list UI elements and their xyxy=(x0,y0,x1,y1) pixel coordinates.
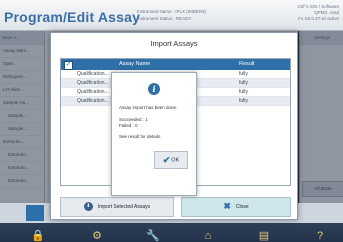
import-icon: ⬇ xyxy=(83,202,93,212)
app-window: Program/Edit Assay Instrument Name : IPL… xyxy=(0,0,343,242)
succeeded-count: Succeeded : 1 xyxy=(119,117,148,122)
import-selected-assays-button[interactable]: ⬇ Import Selected Assays xyxy=(60,197,174,217)
user-info: Ctrl°s /OK / Software QPMX. read F1.X6.0… xyxy=(297,4,339,23)
table-header: ✓ Assay Name Result xyxy=(61,59,290,70)
result-cell: fully xyxy=(239,80,248,86)
result-cell: fully xyxy=(239,71,248,77)
result-cell: fully xyxy=(239,89,248,95)
checkmark-icon: ✔ xyxy=(162,155,171,165)
gear-icon[interactable]: ⚙ xyxy=(89,230,105,242)
ok-button-label: OK xyxy=(171,157,180,164)
lock-icon[interactable]: 🔒 xyxy=(30,230,46,242)
assay-name-cell: Qualification... xyxy=(77,98,109,104)
close-icon: ✖ xyxy=(223,201,231,212)
info-icon: i xyxy=(148,83,160,95)
result-cell: fully xyxy=(239,98,248,104)
home-icon[interactable]: ⌂ xyxy=(200,230,216,242)
see-result-text: See result for details. xyxy=(119,134,162,139)
ok-button[interactable]: ✔OK xyxy=(154,151,188,169)
instrument-status: Instrument Status : READY xyxy=(137,16,192,21)
column-result: Result xyxy=(239,61,255,67)
help-icon[interactable]: ? xyxy=(312,230,328,242)
instrument-info: Instrument Name : IPLX (IMBER9) Instrume… xyxy=(137,8,206,22)
failed-count: Failed : 0 xyxy=(119,123,138,128)
user-line-3: F1.X6.0.4T w/ active xyxy=(298,16,339,22)
assay-name-cell: Qualification... xyxy=(77,89,109,95)
dialog-title: Import Assays xyxy=(51,33,297,55)
close-button[interactable]: ✖ Close xyxy=(181,197,291,217)
column-assay-name: Assay Name xyxy=(119,61,151,67)
footer-tab[interactable] xyxy=(26,205,44,221)
page-title: Program/Edit Assay xyxy=(4,9,141,25)
message-text: Assay import has been done. xyxy=(119,105,178,110)
assay-name-cell: Qualification... xyxy=(77,71,109,77)
close-button-label: Close xyxy=(235,204,249,210)
import-button-label: Import Selected Assays xyxy=(97,204,151,210)
select-all-checkbox[interactable]: ✓ xyxy=(64,61,73,70)
document-icon[interactable]: ▤ xyxy=(256,230,272,242)
header-bar: Program/Edit Assay Instrument Name : IPL… xyxy=(0,0,343,31)
wrench-icon[interactable]: 🔧 xyxy=(145,230,161,242)
check-icon: ✓ xyxy=(65,61,72,68)
instrument-name: Instrument Name : IPLX (IMBER9) xyxy=(137,9,207,14)
assay-name-cell: Qualification... xyxy=(77,80,109,86)
import-result-message-box: i Assay import has been done. Succeeded … xyxy=(111,72,197,196)
